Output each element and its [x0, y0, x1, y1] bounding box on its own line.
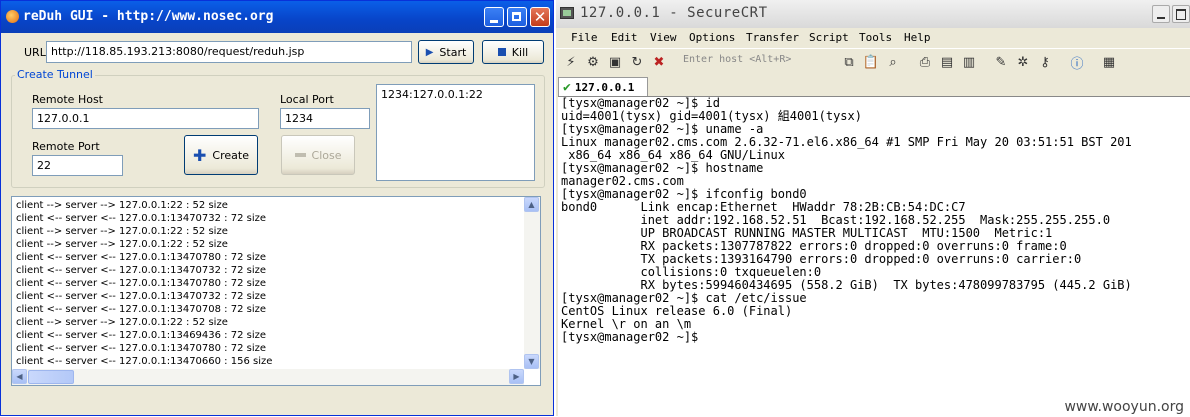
- menu-view[interactable]: View: [650, 31, 677, 44]
- window-title: reDuh GUI - http://www.nosec.org: [23, 9, 274, 24]
- url-label: URL: [24, 46, 46, 59]
- menu-script[interactable]: Script: [809, 31, 849, 44]
- connect-tab-icon[interactable]: ▣: [606, 53, 624, 71]
- toolbar: ⚡ ⚙ ▣ ↻ ✖ Enter host <Alt+R> ⧉ 📋 ⌕ ⎙ ▤ ▥…: [556, 48, 1190, 75]
- minimize-button[interactable]: [1152, 5, 1170, 23]
- scroll-thumb[interactable]: [28, 370, 74, 384]
- reduh-gui-window: reDuh GUI - http://www.nosec.org ✕ URL h…: [0, 0, 554, 416]
- log-line: client --> server --> 127.0.0.1:22 : 52 …: [16, 239, 228, 250]
- close-icon: ✕: [533, 8, 547, 26]
- url-input[interactable]: http://118.85.193.213:8080/request/reduh…: [46, 41, 412, 63]
- session-options-icon[interactable]: ✎: [992, 53, 1010, 71]
- local-port-input[interactable]: 1234: [280, 108, 370, 129]
- remote-host-input[interactable]: 127.0.0.1: [32, 108, 259, 129]
- scroll-left-button[interactable]: ◀: [12, 369, 27, 384]
- quick-connect-icon[interactable]: ⚙: [584, 53, 602, 71]
- log-line: client --> server --> 127.0.0.1:22 : 52 …: [16, 317, 228, 328]
- log-line: client <-- server <-- 127.0.0.1:13470732…: [16, 291, 267, 302]
- start-button[interactable]: ▶ Start: [418, 40, 474, 64]
- remote-host-label: Remote Host: [32, 93, 103, 106]
- terminal-icon: [560, 7, 574, 19]
- close-tunnel-button[interactable]: Close: [281, 135, 355, 175]
- scroll-right-button[interactable]: ▶: [509, 369, 524, 384]
- log-line: client <-- server <-- 127.0.0.1:13470732…: [16, 265, 267, 276]
- maximize-icon: [1176, 9, 1186, 20]
- app-icon: [6, 10, 19, 23]
- log-line: client <-- server <-- 127.0.0.1:13470780…: [16, 278, 267, 289]
- print-selection-icon[interactable]: ▤: [938, 53, 956, 71]
- play-icon: ▶: [425, 46, 434, 58]
- enter-host-input[interactable]: Enter host <Alt+R>: [681, 54, 829, 70]
- menu-edit[interactable]: Edit: [611, 31, 638, 44]
- minimize-icon: [1157, 17, 1165, 19]
- menu-file[interactable]: File: [571, 31, 598, 44]
- copy-icon[interactable]: ⧉: [840, 53, 858, 71]
- paste-icon[interactable]: 📋: [862, 53, 880, 71]
- printer-icon[interactable]: ▥: [960, 53, 978, 71]
- traffic-log[interactable]: client --> server --> 127.0.0.1:22 : 52 …: [11, 196, 541, 386]
- keymap-icon[interactable]: ▦: [1100, 53, 1118, 71]
- tunnel-list-item[interactable]: 1234:127.0.0.1:22: [381, 88, 530, 101]
- create-button[interactable]: ✚ Create: [184, 135, 258, 175]
- terminal-line: [tysx@manager02 ~]$: [561, 330, 706, 344]
- log-horizontal-scrollbar[interactable]: ◀ ▶: [12, 369, 524, 385]
- log-line: client --> server --> 127.0.0.1:22 : 52 …: [16, 200, 228, 211]
- log-line: client <-- server <-- 127.0.0.1:13470708…: [16, 304, 267, 315]
- connect-icon[interactable]: ⚡: [562, 53, 580, 71]
- scroll-down-button[interactable]: ▼: [524, 354, 539, 369]
- menu-bar: File Edit View Options Transfer Script T…: [556, 29, 1190, 47]
- kill-button[interactable]: Kill: [482, 40, 544, 64]
- menu-help[interactable]: Help: [904, 31, 931, 44]
- stop-icon: [497, 48, 506, 56]
- maximize-button[interactable]: [507, 7, 527, 27]
- remote-port-input[interactable]: 22: [32, 155, 123, 176]
- minimize-icon: [490, 20, 498, 23]
- maximize-icon: [512, 12, 521, 21]
- create-tunnel-title: Create Tunnel: [15, 68, 95, 81]
- settings-icon[interactable]: ✲: [1014, 53, 1032, 71]
- log-vertical-scrollbar[interactable]: ▲ ▼: [524, 197, 540, 369]
- session-tab[interactable]: ✔ 127.0.0.1: [558, 77, 648, 96]
- plus-icon: ✚: [193, 145, 207, 165]
- log-line: client <-- server <-- 127.0.0.1:13469436…: [16, 330, 267, 341]
- securecrt-titlebar[interactable]: 127.0.0.1 - SecureCRT: [556, 0, 1190, 28]
- reduh-titlebar[interactable]: reDuh GUI - http://www.nosec.org ✕: [1, 1, 553, 33]
- find-icon[interactable]: ⌕: [884, 53, 902, 71]
- remote-port-label: Remote Port: [32, 140, 100, 153]
- close-window-button[interactable]: ✕: [530, 7, 550, 27]
- terminal-output[interactable]: [tysx@manager02 ~]$ id uid=4001(tysx) gi…: [558, 96, 1190, 417]
- minimize-button[interactable]: [484, 7, 504, 27]
- scroll-up-button[interactable]: ▲: [524, 197, 539, 212]
- log-line: client --> server --> 127.0.0.1:22 : 52 …: [16, 226, 228, 237]
- menu-transfer[interactable]: Transfer: [746, 31, 799, 44]
- help-icon[interactable]: ⓘ: [1068, 53, 1086, 72]
- maximize-button[interactable]: [1172, 5, 1190, 23]
- log-line: client <-- server <-- 127.0.0.1:13470780…: [16, 343, 267, 354]
- connected-check-icon: ✔: [563, 79, 571, 95]
- disconnect-icon[interactable]: ✖: [650, 53, 668, 71]
- watermark: www.wooyun.org: [1064, 399, 1184, 415]
- print-icon[interactable]: ⎙: [916, 53, 934, 71]
- local-port-label: Local Port: [280, 93, 334, 106]
- menu-tools[interactable]: Tools: [859, 31, 892, 44]
- session-tab-bar: ✔ 127.0.0.1: [556, 76, 1190, 96]
- key-icon[interactable]: ⚷: [1036, 53, 1054, 71]
- reconnect-icon[interactable]: ↻: [628, 53, 646, 71]
- tunnel-list[interactable]: 1234:127.0.0.1:22: [376, 84, 535, 181]
- securecrt-title: 127.0.0.1 - SecureCRT: [580, 5, 768, 21]
- menu-options[interactable]: Options: [689, 31, 735, 44]
- securecrt-window: 127.0.0.1 - SecureCRT File Edit View Opt…: [556, 0, 1190, 417]
- minus-icon: [294, 153, 306, 157]
- log-line: client <-- server <-- 127.0.0.1:13470780…: [16, 252, 267, 263]
- log-line: client <-- server <-- 127.0.0.1:13470660…: [16, 356, 273, 367]
- log-line: client <-- server <-- 127.0.0.1:13470732…: [16, 213, 267, 224]
